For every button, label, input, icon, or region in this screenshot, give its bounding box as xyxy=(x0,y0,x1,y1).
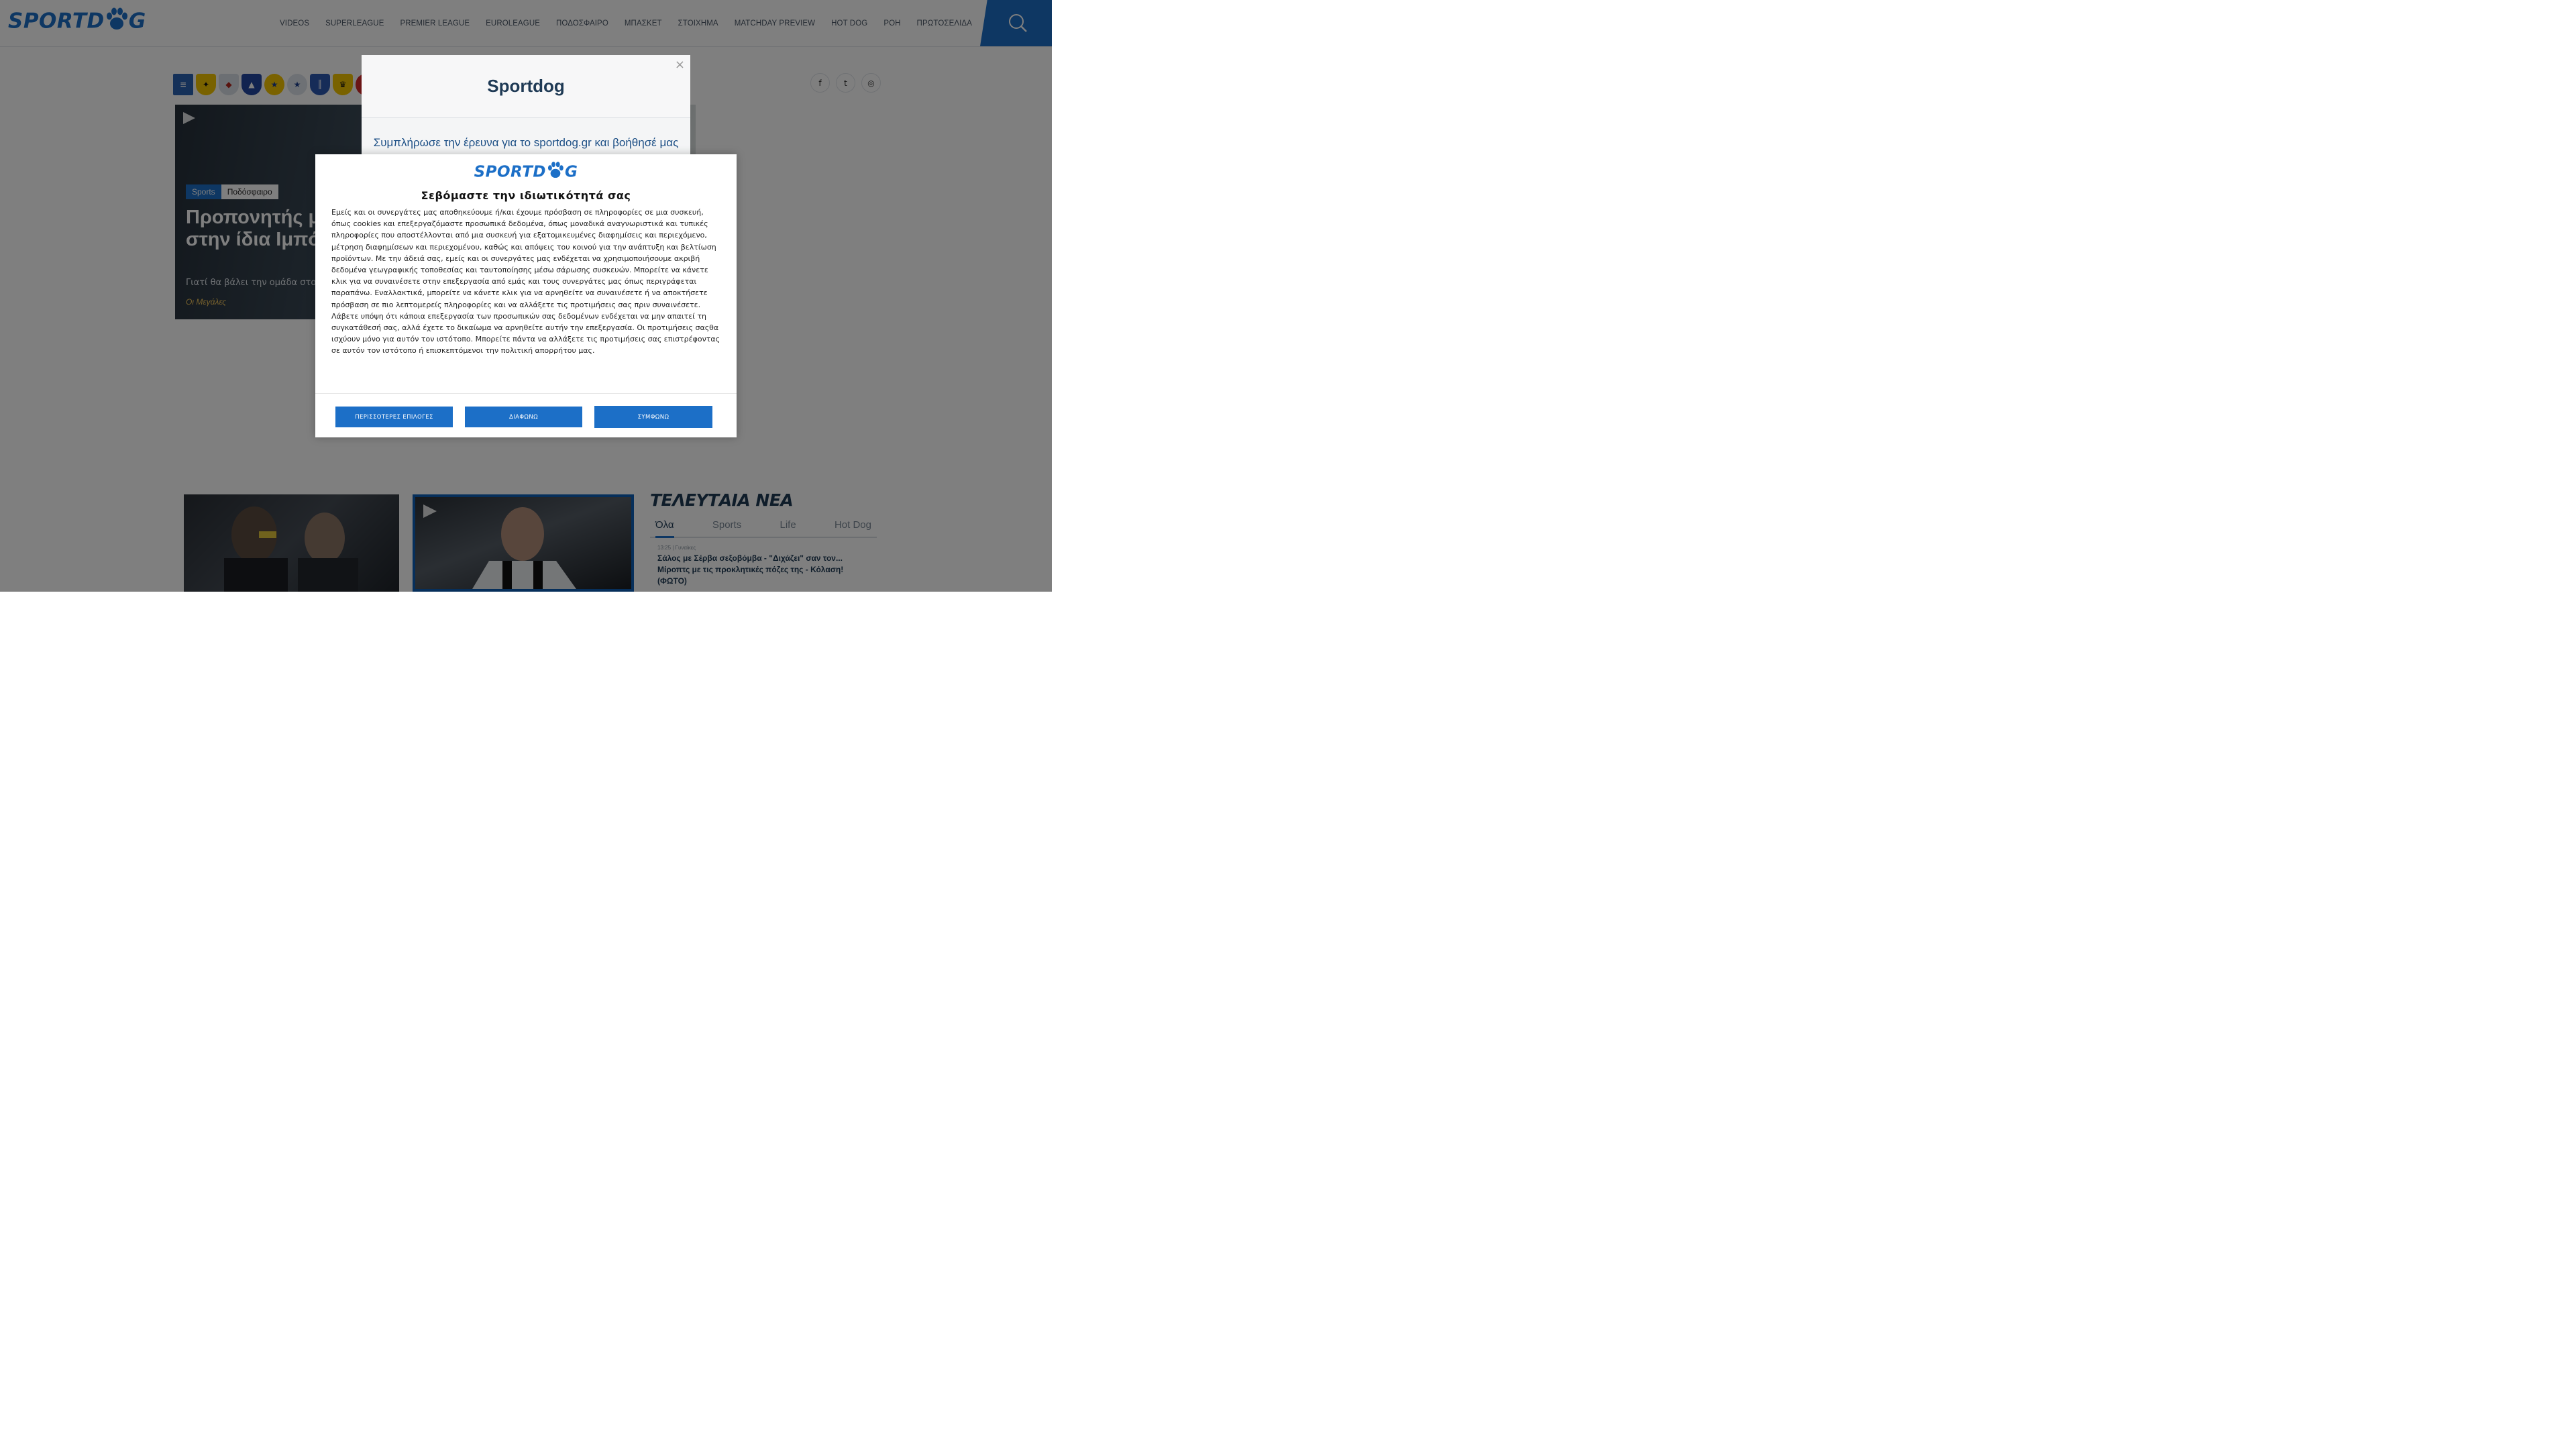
survey-header: Sportdog xyxy=(362,55,690,118)
survey-popup: Sportdog × Συμπλήρωσε την έρευνα για το … xyxy=(362,55,690,164)
logo-wordmark: SPORTDG xyxy=(474,161,578,184)
paw-icon xyxy=(547,161,564,184)
consent-logo: SPORTD G xyxy=(315,161,737,184)
consent-dialog: SPORTD G Σεβόμαστε την ιδιωτικότητά σας Ε… xyxy=(315,154,737,437)
survey-title: Sportdog xyxy=(487,76,565,96)
agree-button[interactable]: ΣΥΜΦΩΝΩ xyxy=(594,406,712,428)
consent-heading: Σεβόμαστε την ιδιωτικότητά σας xyxy=(421,189,631,202)
disagree-button[interactable]: ΔΙΑΦΩΝΩ xyxy=(465,407,582,427)
consent-body: Εμείς και οι συνεργάτες μας αποθηκεύουμε… xyxy=(331,208,720,356)
more-options-button[interactable]: ΠΕΡΙΣΣΟΤΕΡΕΣ ΕΠΙΛΟΓΕΣ xyxy=(335,407,453,427)
close-icon[interactable]: × xyxy=(675,58,685,72)
consent-footer: ΠΕΡΙΣΣΟΤΕΡΕΣ ΕΠΙΛΟΓΕΣ ΔΙΑΦΩΝΩ ΣΥΜΦΩΝΩ xyxy=(315,393,737,438)
